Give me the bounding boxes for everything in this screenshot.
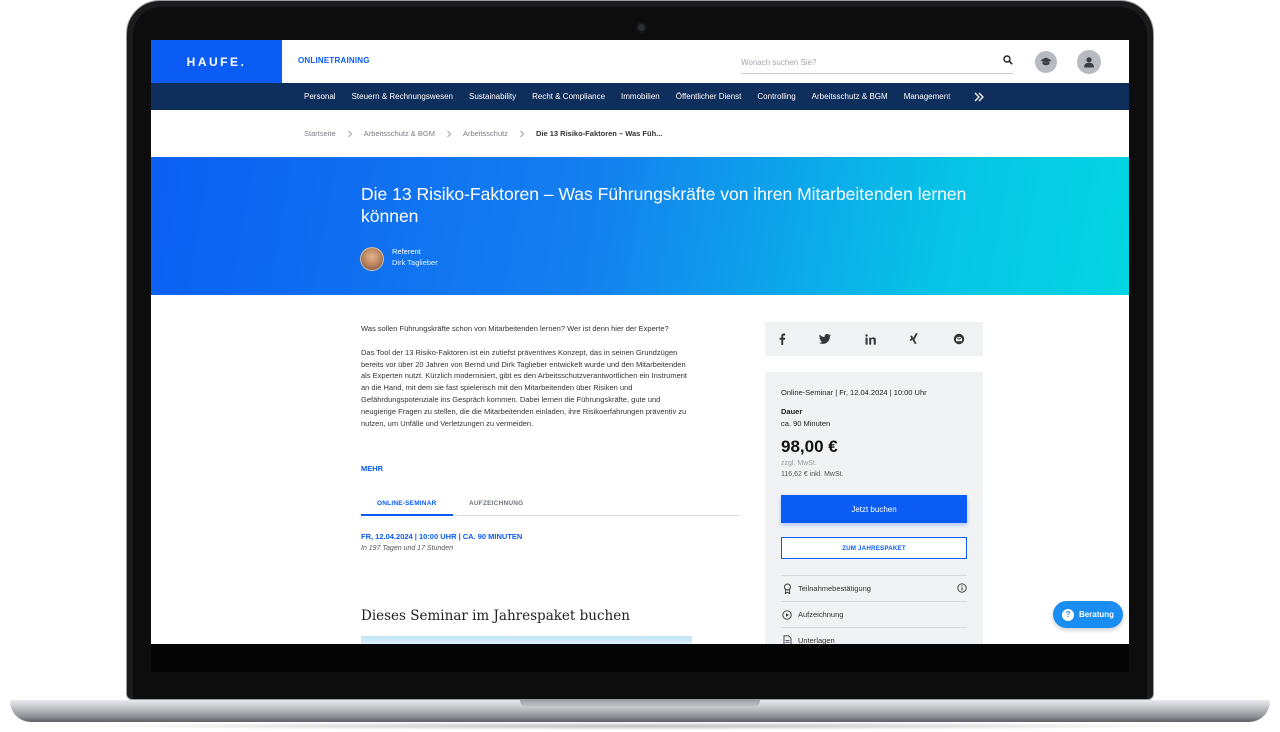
price: 98,00 € <box>781 437 838 456</box>
laptop-notch <box>520 700 760 708</box>
feature-teilnahmebestaetigung: Teilnahmebestätigung <box>781 575 967 601</box>
xing-icon[interactable] <box>907 332 921 346</box>
vat-note: zzgl. MwSt. <box>781 460 817 467</box>
nav-item-recht[interactable]: Recht & Compliance <box>532 92 605 101</box>
certificate-icon <box>781 583 793 595</box>
feature-label: Teilnahmebestätigung <box>798 584 871 593</box>
play-circle-icon <box>781 609 793 621</box>
breadcrumb-arbeitsschutz[interactable]: Arbeitsschutz <box>463 129 508 138</box>
book-now-button[interactable]: Jetzt buchen <box>781 495 967 523</box>
search-input[interactable] <box>741 53 991 72</box>
webcam <box>638 24 645 31</box>
intro-paragraph: Was sollen Führungskräfte schon von Mita… <box>361 324 669 333</box>
twitter-icon[interactable] <box>818 332 832 346</box>
feature-label: Unterlagen <box>798 636 835 644</box>
active-tab-indicator <box>361 514 453 516</box>
breadcrumb: Startseite Arbeitsschutz & BGM Arbeitssc… <box>304 129 662 138</box>
nav-items: Personal Steuern & Rechnungswesen Sustai… <box>304 83 966 110</box>
feature-aufzeichnung: Aufzeichnung <box>781 601 967 627</box>
package-section-title: Dieses Seminar im Jahrespaket buchen <box>361 608 630 624</box>
nav-item-steuern[interactable]: Steuern & Rechnungswesen <box>352 92 453 101</box>
question-icon: ? <box>1061 608 1074 621</box>
haufe-logo[interactable]: HAUFE. <box>151 40 282 83</box>
duration-value: ca. 90 Minuten <box>781 419 831 428</box>
user-icon <box>1084 57 1094 68</box>
seminar-date: FR, 12.04.2024 | 10:00 UHR | CA. 90 MINU… <box>361 532 523 541</box>
chevron-right-icon <box>520 130 525 137</box>
booking-panel: Online-Seminar | Fr, 12.04.2024 | 10:00 … <box>765 372 983 644</box>
referent-name[interactable]: Dirk Taglieber <box>392 258 438 267</box>
document-icon <box>781 635 793 644</box>
double-chevron-right-icon[interactable] <box>972 90 986 104</box>
hero-banner: Die 13 Risiko-Faktoren – Was Führungskrä… <box>151 157 1129 295</box>
main-navigation: Personal Steuern & Rechnungswesen Sustai… <box>151 83 1129 110</box>
tab-aufzeichnung[interactable]: AUFZEICHNUNG <box>469 500 523 507</box>
facebook-icon[interactable] <box>775 332 789 346</box>
graduation-cap-icon <box>1040 57 1052 66</box>
beratung-button[interactable]: ? Beratung <box>1053 601 1123 628</box>
chevron-right-icon <box>347 130 352 137</box>
search-icon[interactable] <box>1003 55 1013 65</box>
annual-package-button[interactable]: ZUM JAHRESPAKET <box>781 537 967 559</box>
package-image <box>361 636 692 644</box>
more-link[interactable]: MEHR <box>361 464 383 473</box>
info-icon[interactable] <box>957 583 967 593</box>
nav-item-sustainability[interactable]: Sustainability <box>469 92 516 101</box>
product-name[interactable]: ONLINETRAINING <box>298 56 370 65</box>
laptop-bezel-bottom <box>151 644 1129 672</box>
page-title: Die 13 Risiko-Faktoren – Was Führungskrä… <box>361 184 967 226</box>
offer-header: Online-Seminar | Fr, 12.04.2024 | 10:00 … <box>781 388 927 397</box>
feature-unterlagen: Unterlagen <box>781 627 967 644</box>
linkedin-icon[interactable] <box>863 332 877 346</box>
seminar-countdown: In 197 Tagen und 17 Stunden <box>361 545 453 552</box>
nav-item-oeffentlicher-dienst[interactable]: Öffentlicher Dienst <box>676 92 742 101</box>
nav-item-controlling[interactable]: Controlling <box>757 92 795 101</box>
academy-button[interactable] <box>1035 51 1057 73</box>
breadcrumb-arbeitsschutz-bgm[interactable]: Arbeitsschutz & BGM <box>364 129 435 138</box>
nav-item-personal[interactable]: Personal <box>304 92 336 101</box>
share-bar <box>765 322 983 356</box>
chevron-right-icon <box>447 130 452 137</box>
referent-label: Referent <box>392 247 421 256</box>
gross-price: 116,62 € inkl. MwSt. <box>781 471 844 478</box>
laptop-shadow <box>60 722 1220 730</box>
beratung-label: Beratung <box>1078 610 1115 619</box>
feature-label: Aufzeichnung <box>798 610 844 619</box>
format-tabs: ONLINE-SEMINAR AUFZEICHNUNG <box>361 496 739 516</box>
duration-label: Dauer <box>781 407 803 416</box>
nav-item-immobilien[interactable]: Immobilien <box>621 92 660 101</box>
nav-item-arbeitsschutz[interactable]: Arbeitsschutz & BGM <box>812 92 888 101</box>
browser-viewport: HAUFE. ONLINETRAINING Personal <box>151 40 1129 644</box>
nav-fade <box>943 83 973 110</box>
referent-avatar <box>360 247 384 271</box>
search-bar <box>741 52 1013 74</box>
breadcrumb-current: Die 13 Risiko-Faktoren – Was Füh... <box>536 129 663 138</box>
tab-online-seminar[interactable]: ONLINE-SEMINAR <box>377 500 437 507</box>
user-account-button[interactable] <box>1077 50 1101 74</box>
seminar-description: Was sollen Führungskräfte schon von Mita… <box>361 323 691 441</box>
body-paragraph: Das Tool der 13 Risiko-Faktoren ist ein … <box>361 347 687 428</box>
email-icon[interactable] <box>952 332 966 346</box>
logo-text: HAUFE. <box>186 54 247 69</box>
site-header: HAUFE. ONLINETRAINING <box>151 40 1129 83</box>
breadcrumb-startseite[interactable]: Startseite <box>304 129 336 138</box>
